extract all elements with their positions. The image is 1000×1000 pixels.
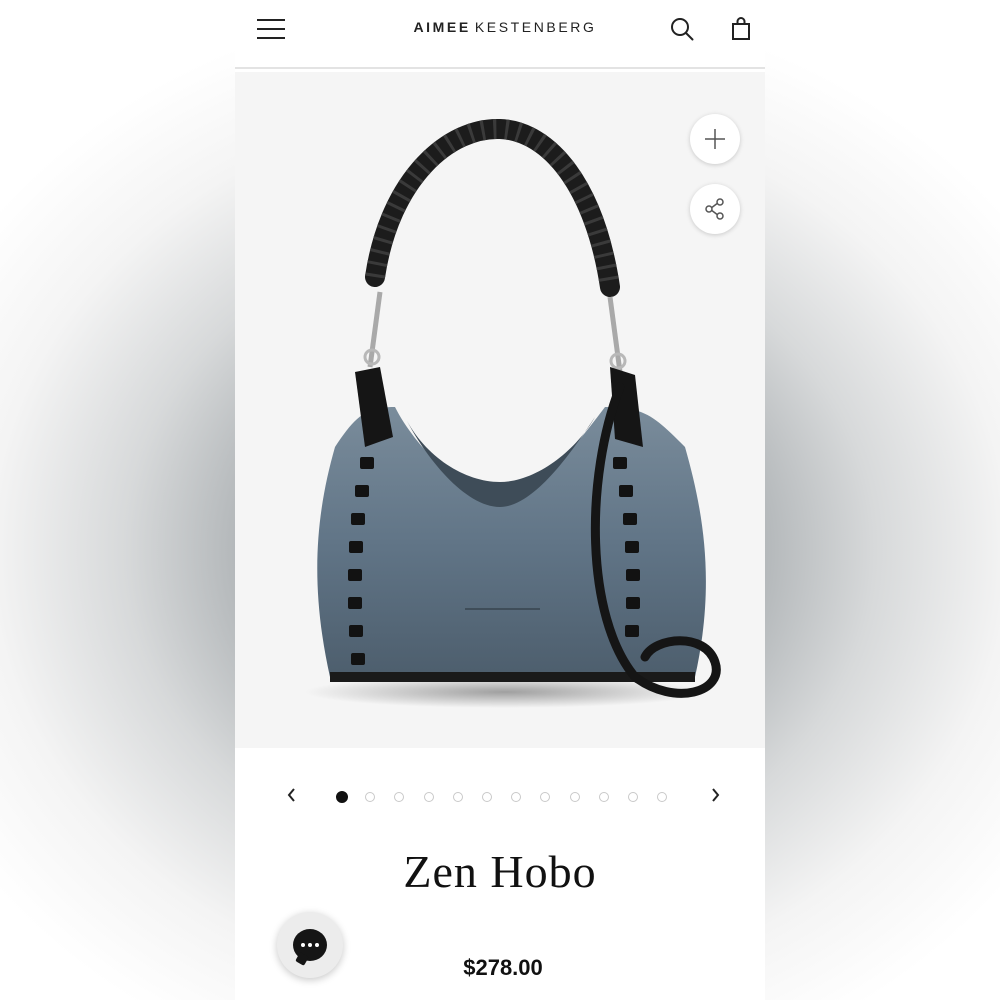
shopping-bag-icon[interactable]: [728, 16, 754, 42]
product-gallery[interactable]: [235, 72, 765, 748]
pagination-dot[interactable]: [598, 792, 609, 802]
brand-name-light: KESTENBERG: [474, 19, 597, 35]
pagination-dot[interactable]: [365, 792, 376, 802]
chat-button[interactable]: [277, 912, 343, 978]
share-icon: [705, 198, 724, 220]
chevron-left-icon[interactable]: [280, 782, 304, 808]
pagination-dot[interactable]: [482, 792, 492, 802]
zoom-button[interactable]: [690, 114, 740, 164]
chat-bubble-icon: [293, 929, 327, 961]
pagination-dot[interactable]: [628, 792, 638, 802]
pagination-dot[interactable]: [452, 792, 463, 802]
pagination-dot[interactable]: [394, 792, 405, 802]
site-header: AIMEE KESTENBERG: [235, 0, 765, 69]
share-button[interactable]: [690, 184, 740, 234]
product-image[interactable]: [275, 117, 745, 727]
pagination-dot-active[interactable]: [336, 791, 348, 803]
plus-icon: [705, 129, 725, 149]
hamburger-menu-icon[interactable]: [257, 18, 287, 42]
brand-name-bold: AIMEE: [413, 19, 471, 35]
search-icon[interactable]: [669, 16, 695, 42]
product-title: Zen Hobo: [403, 846, 597, 897]
image-pagination: [235, 782, 765, 812]
pagination-dot[interactable]: [569, 792, 580, 802]
pagination-dot[interactable]: [423, 792, 434, 802]
pagination-dot[interactable]: [540, 792, 551, 802]
pagination-dot[interactable]: [657, 792, 668, 802]
brand-logo[interactable]: AIMEE KESTENBERG: [395, 19, 615, 35]
pagination-dot[interactable]: [511, 792, 522, 802]
mobile-page: AIMEE KESTENBERG Zen Hobo $278.00: [235, 0, 765, 1000]
chevron-right-icon[interactable]: [703, 782, 727, 808]
